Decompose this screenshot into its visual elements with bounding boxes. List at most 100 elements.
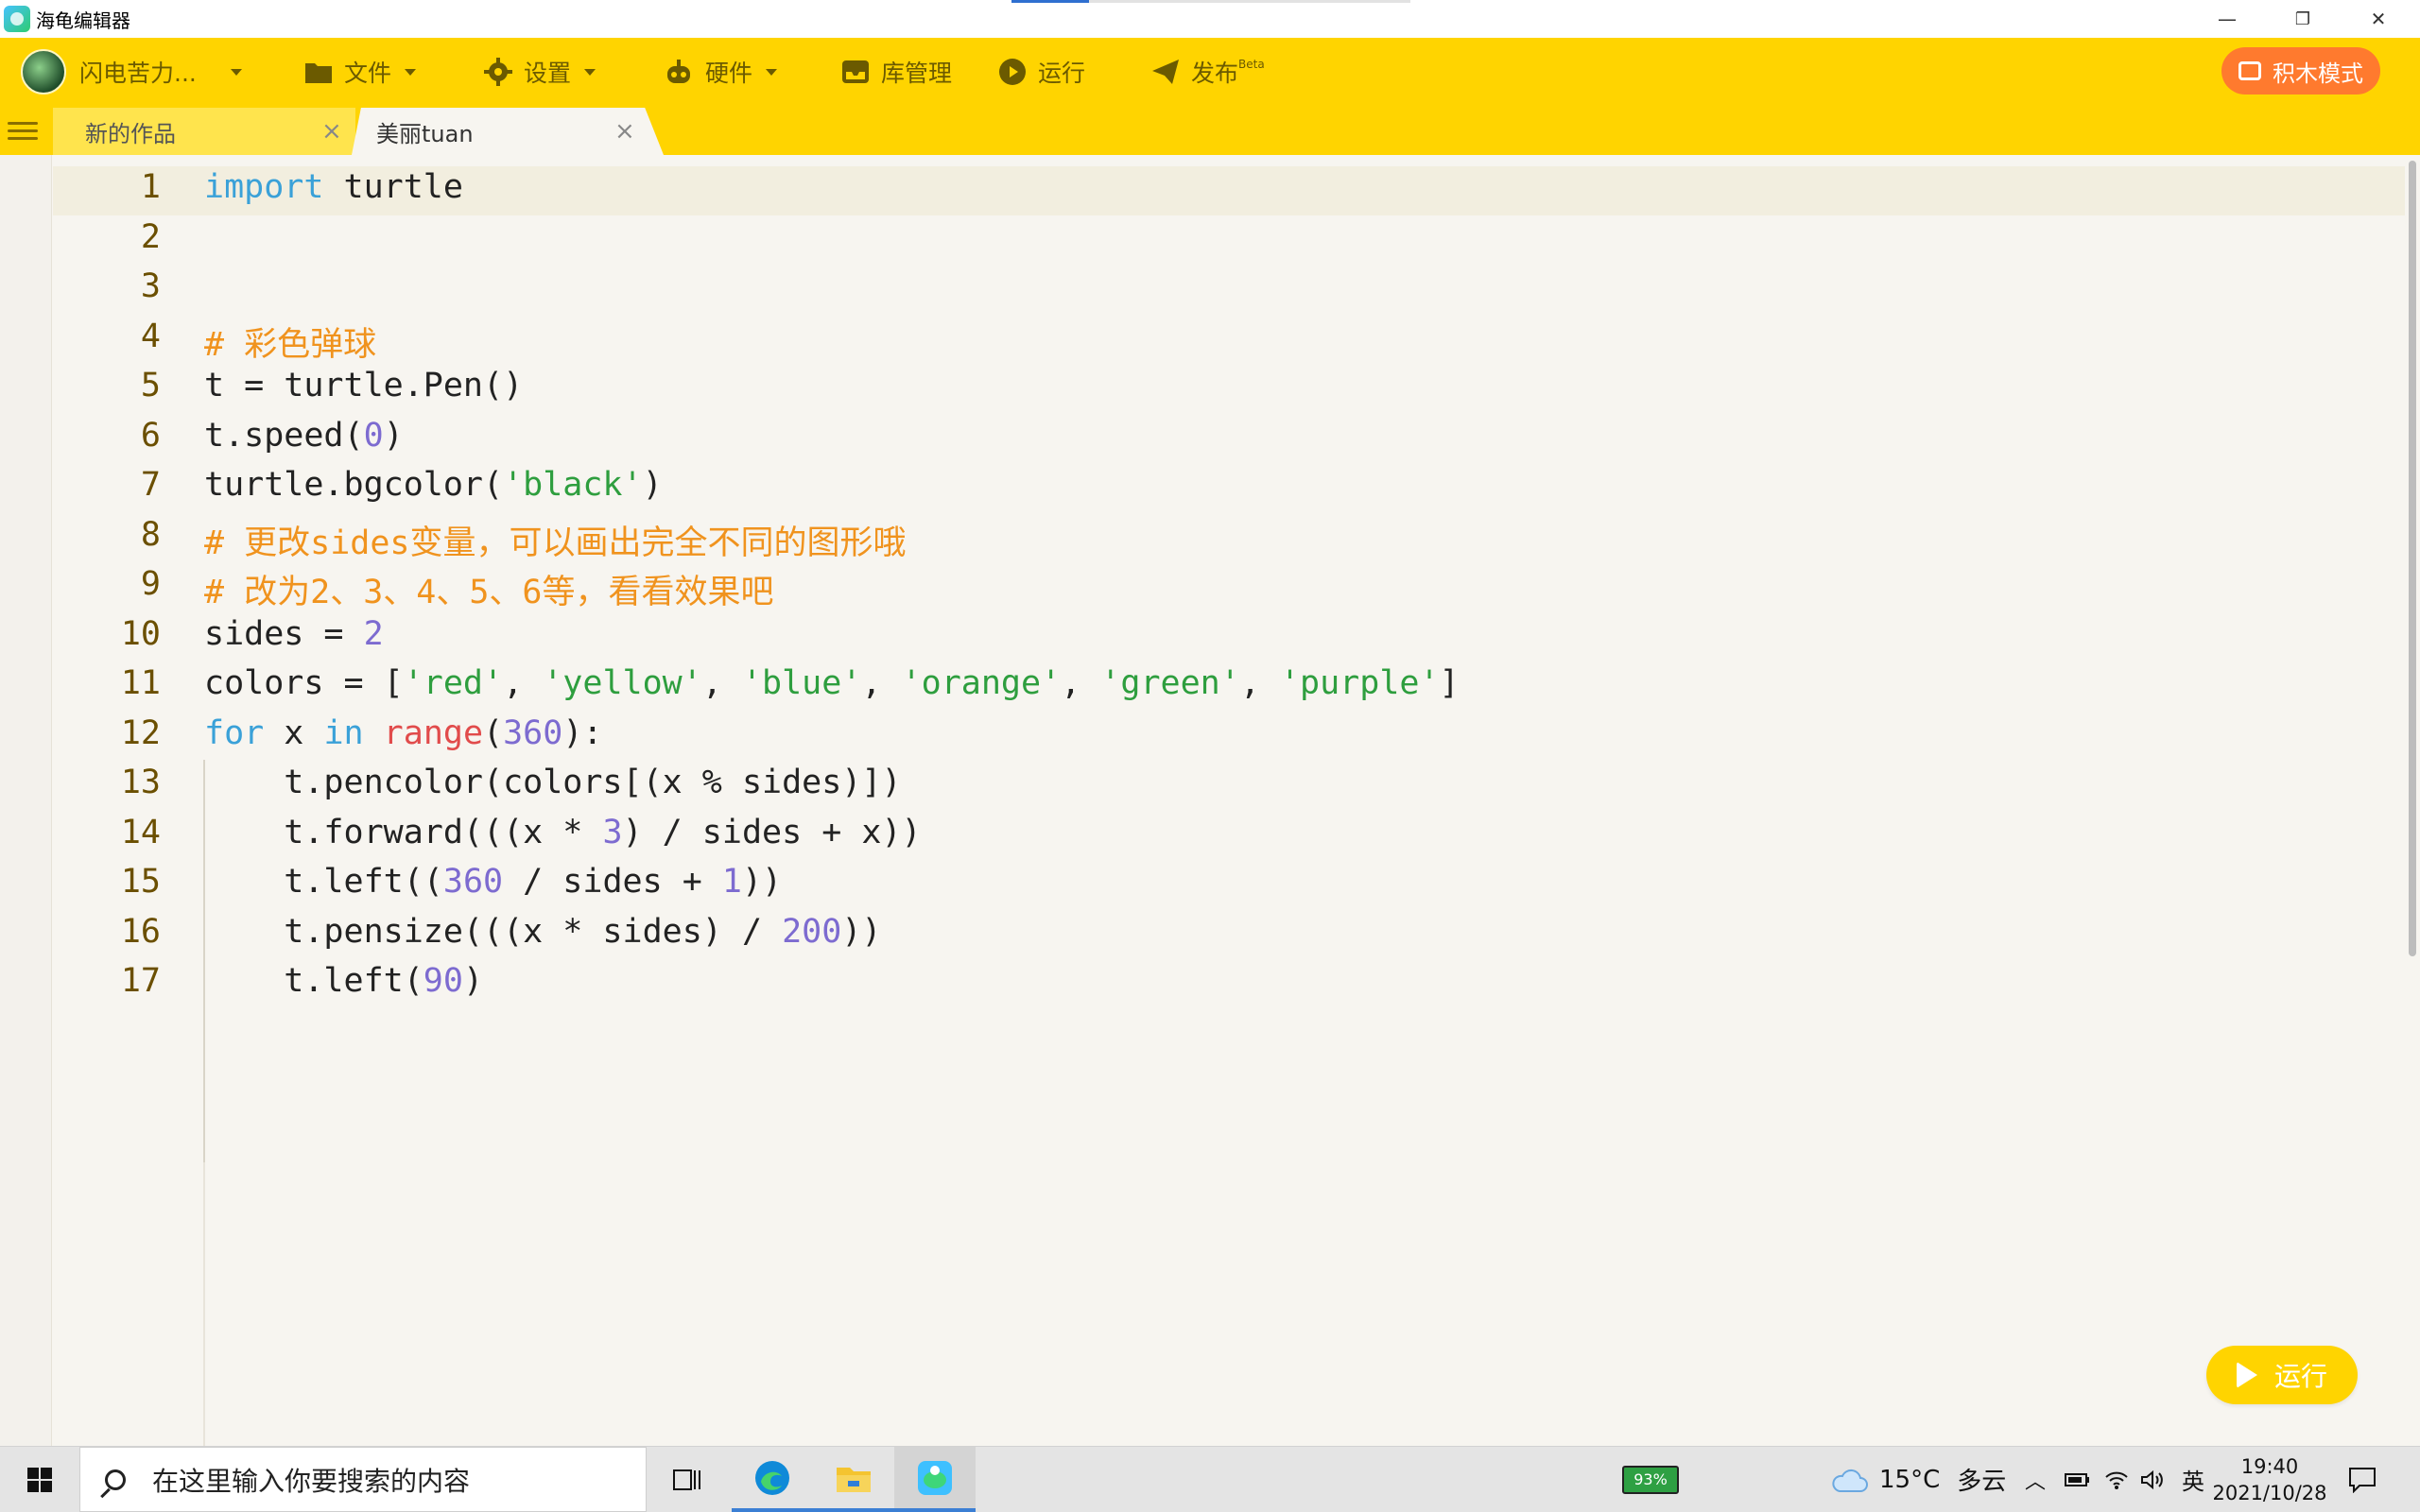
gutter-divider xyxy=(203,1162,205,1446)
clock[interactable]: 19:40 2021/10/28 xyxy=(2212,1447,2326,1512)
file-explorer-taskbar-app[interactable] xyxy=(813,1447,894,1512)
input-method-indicator[interactable]: 英 xyxy=(2182,1447,2204,1512)
clock-time: 19:40 xyxy=(2240,1454,2299,1478)
edge-browser-icon xyxy=(755,1460,789,1495)
robot-icon xyxy=(667,60,690,83)
avatar xyxy=(21,49,66,94)
line-number: 14 xyxy=(120,814,161,851)
file-menu[interactable]: 文件 xyxy=(304,38,417,106)
chevron-down-icon xyxy=(584,68,596,76)
wifi-tray-icon[interactable] xyxy=(2104,1447,2129,1512)
close-icon[interactable]: × xyxy=(614,117,635,146)
code-line[interactable]: t = turtle.Pen() xyxy=(204,367,523,404)
user-name: 闪电苦力... xyxy=(79,60,197,87)
task-view-icon xyxy=(673,1469,700,1490)
title-indicator xyxy=(1011,0,1089,3)
cloud-icon xyxy=(1832,1469,1868,1492)
publish-label: 发布 xyxy=(1191,60,1239,87)
clock-date: 2021/10/28 xyxy=(2212,1481,2327,1504)
file-menu-label: 文件 xyxy=(344,60,392,87)
line-number: 12 xyxy=(120,714,161,752)
close-icon[interactable]: × xyxy=(321,117,342,146)
menu-toggle-icon[interactable] xyxy=(8,117,38,146)
code-line[interactable]: for x in range(360): xyxy=(204,714,602,752)
code-line[interactable]: t.pensize(((x * sides) / 200)) xyxy=(204,913,881,951)
taskbar-search-input[interactable]: 在这里输入你要搜索的内容 xyxy=(79,1447,647,1512)
close-window-button[interactable]: ✕ xyxy=(2341,0,2416,38)
code-line[interactable]: turtle.bgcolor('black') xyxy=(204,466,663,504)
tab-meili-tuan[interactable]: 美丽tuan × xyxy=(352,108,664,155)
hardware-menu[interactable]: 硬件 xyxy=(664,38,778,106)
run-button[interactable]: 运行 xyxy=(2206,1346,2358,1404)
line-number: 1 xyxy=(140,168,161,206)
line-number: 3 xyxy=(140,267,161,305)
publish-button[interactable]: 发布 Beta xyxy=(1151,38,1265,106)
code-line[interactable]: t.forward(((x * 3) / sides + x)) xyxy=(204,814,921,851)
code-line[interactable]: t.speed(0) xyxy=(204,417,404,455)
chevron-down-icon xyxy=(405,68,417,76)
tab-label: 美丽tuan xyxy=(376,120,474,147)
library-button[interactable]: 库管理 xyxy=(841,38,952,106)
code-line[interactable]: sides = 2 xyxy=(204,615,384,653)
folder-icon xyxy=(837,1467,871,1492)
line-number: 13 xyxy=(120,764,161,801)
run-toolbar-label: 运行 xyxy=(1038,60,1086,87)
windows-taskbar: 在这里输入你要搜索的内容 93% 15°C 多云 ︿ 英 19:40 2021/… xyxy=(0,1446,2420,1512)
notification-center-button[interactable] xyxy=(2348,1447,2377,1512)
app-icon xyxy=(4,6,30,32)
edge-taskbar-app[interactable] xyxy=(732,1447,813,1512)
block-mode-label: 积木模式 xyxy=(2273,60,2363,87)
weather-temperature: 15°C xyxy=(1879,1465,1941,1494)
run-button-label: 运行 xyxy=(2273,1361,2327,1392)
weather-widget[interactable]: 15°C 多云 xyxy=(1830,1447,2006,1512)
line-number: 7 xyxy=(140,466,161,504)
line-number: 10 xyxy=(120,615,161,653)
user-menu[interactable]: 闪电苦力... xyxy=(21,38,242,106)
turtle-editor-taskbar-app[interactable] xyxy=(894,1447,976,1512)
task-view-button[interactable] xyxy=(647,1447,728,1512)
line-number: 15 xyxy=(120,863,161,901)
windows-logo-icon xyxy=(27,1467,52,1492)
turtle-app-icon xyxy=(918,1460,952,1495)
left-gutter xyxy=(0,155,52,1446)
code-line[interactable]: # 彩色弹球 xyxy=(204,318,376,366)
line-number: 5 xyxy=(140,367,161,404)
notification-icon xyxy=(2349,1467,2376,1493)
title-indicator-track xyxy=(1089,0,1410,3)
run-toolbar-button[interactable]: 运行 xyxy=(998,38,1085,106)
code-line[interactable]: # 改为2、3、4、5、6等，看看效果吧 xyxy=(204,565,774,613)
chevron-down-icon xyxy=(230,68,242,76)
hardware-menu-label: 硬件 xyxy=(705,60,753,87)
block-mode-button[interactable]: 积木模式 xyxy=(2221,47,2380,94)
search-placeholder: 在这里输入你要搜索的内容 xyxy=(152,1465,471,1497)
battery-indicator[interactable]: 93% xyxy=(1622,1447,1679,1512)
code-line[interactable]: colors = ['red', 'yellow', 'blue', 'oran… xyxy=(204,664,1460,702)
tab-new-work[interactable]: 新的作品 × xyxy=(53,108,355,155)
play-circle-icon xyxy=(999,59,1026,85)
settings-menu[interactable]: 设置 xyxy=(484,38,596,106)
line-number: 8 xyxy=(140,516,161,554)
battery-tray-icon[interactable] xyxy=(2065,1447,2091,1512)
blocks-icon xyxy=(2238,61,2261,80)
play-icon xyxy=(2236,1362,2257,1388)
code-editor[interactable]: 1 2 3 4 5 6 7 8 9 10 11 12 13 14 15 16 1… xyxy=(53,155,2405,1446)
speaker-icon xyxy=(2141,1469,2163,1489)
title-bar: 海龟编辑器 — ❐ ✕ xyxy=(0,0,2420,38)
line-number: 2 xyxy=(140,218,161,256)
code-line[interactable]: # 更改sides变量，可以画出完全不同的图形哦 xyxy=(204,516,907,564)
restore-button[interactable]: ❐ xyxy=(2265,0,2341,38)
gear-icon xyxy=(484,58,512,86)
volume-tray-icon[interactable] xyxy=(2140,1447,2165,1512)
search-icon xyxy=(105,1469,126,1490)
show-hidden-icons-button[interactable]: ︿ xyxy=(2025,1447,2046,1512)
code-line[interactable]: t.left((360 / sides + 1)) xyxy=(204,863,782,901)
minimize-button[interactable]: — xyxy=(2189,0,2265,38)
code-line[interactable]: import turtle xyxy=(204,168,463,206)
code-line[interactable]: t.pencolor(colors[(x % sides)]) xyxy=(204,764,901,801)
code-line[interactable]: t.left(90) xyxy=(204,962,483,1000)
line-number: 6 xyxy=(140,417,161,455)
vertical-scrollbar[interactable] xyxy=(2409,161,2416,956)
line-number: 16 xyxy=(120,913,161,951)
folder-icon xyxy=(305,63,332,83)
start-button[interactable] xyxy=(0,1447,79,1512)
